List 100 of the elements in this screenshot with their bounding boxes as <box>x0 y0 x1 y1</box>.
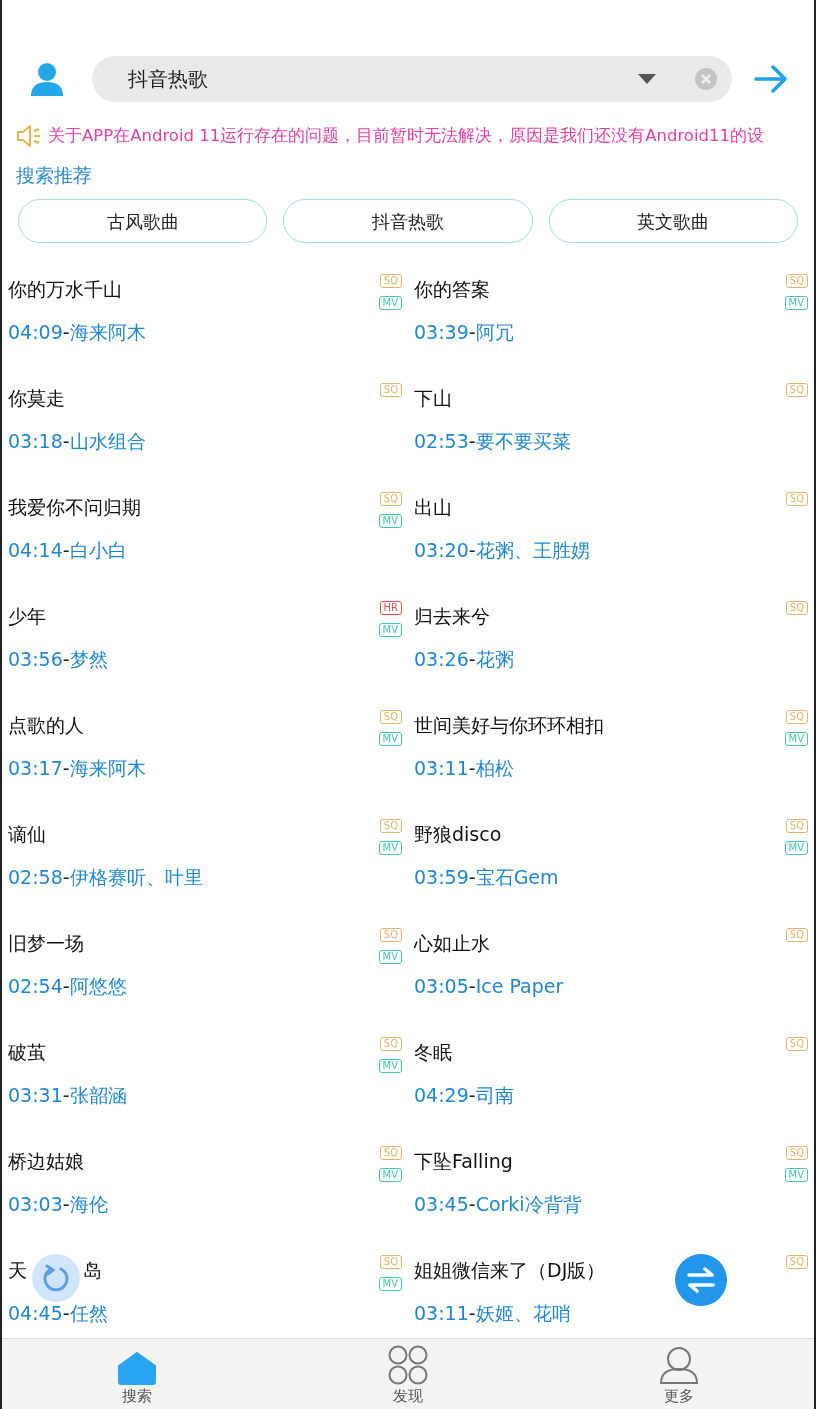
artist-name: 任然 <box>69 1300 108 1326</box>
song-title[interactable]: 天 <box>8 1256 27 1285</box>
song-title[interactable]: 你莫走 <box>8 384 380 413</box>
quality-tag: SQ <box>379 1255 402 1270</box>
song-duration: 04:45 <box>8 1300 63 1326</box>
tag-chip[interactable]: 英文歌曲 <box>548 199 798 244</box>
separator-text: - <box>468 428 476 454</box>
song-duration: 03:20 <box>414 537 469 563</box>
artist-name: 宝石Gem <box>475 864 559 890</box>
song-title[interactable]: 少年 <box>8 602 379 631</box>
song-duration: 03:05 <box>414 973 469 999</box>
separator-text: - <box>62 755 70 781</box>
song-duration: 03:39 <box>414 319 469 345</box>
swap-icon <box>686 1267 716 1293</box>
quality-tag: MV <box>784 841 808 856</box>
quality-tag: SQ <box>785 1255 808 1270</box>
refresh-icon <box>41 1263 71 1293</box>
artist-name: 白小白 <box>69 537 127 563</box>
search-field[interactable]: 抖音热歌 <box>92 56 732 102</box>
refresh-button[interactable] <box>32 1254 80 1302</box>
separator-text: - <box>468 755 476 781</box>
user-icon[interactable] <box>30 61 64 97</box>
song-title[interactable]: 冬眠 <box>414 1038 786 1067</box>
quality-tag: MV <box>784 1168 808 1183</box>
quality-tag: MV <box>378 950 402 965</box>
separator-text: - <box>62 537 70 563</box>
song-title[interactable]: 我爱你不问归期 <box>8 493 379 522</box>
quality-tag: HR <box>379 601 402 616</box>
separator-text: - <box>62 646 70 672</box>
song-title[interactable]: 岛 <box>83 1256 102 1285</box>
quality-tag: SQ <box>785 710 808 725</box>
song-duration: 03:59 <box>414 864 469 890</box>
artist-name: 海来阿木 <box>69 319 146 345</box>
song-duration: 03:45 <box>414 1191 469 1217</box>
song-title[interactable]: 你的答案 <box>414 275 785 304</box>
tag-chip[interactable]: 古风歌曲 <box>18 199 268 244</box>
separator-text: - <box>62 428 70 454</box>
nav-tab[interactable]: 更多 <box>543 1339 814 1409</box>
artist-name: 要不要买菜 <box>475 428 571 454</box>
separator-text: - <box>468 1191 476 1217</box>
quality-tag: MV <box>378 841 402 856</box>
artist-name: 山水组合 <box>69 428 146 454</box>
song-title[interactable]: 野狼disco <box>414 820 785 849</box>
song-title[interactable]: 旧梦一场 <box>8 929 379 958</box>
song-title[interactable]: 下山 <box>414 384 786 413</box>
quality-tag: SQ <box>379 1037 402 1052</box>
artist-name: 伊格赛听、叶里 <box>69 864 203 890</box>
song-title[interactable]: 破茧 <box>8 1038 379 1067</box>
quality-tag: SQ <box>785 274 808 289</box>
song-duration: 03:17 <box>8 755 63 781</box>
swap-button[interactable] <box>675 1254 727 1306</box>
song-duration: 02:53 <box>414 428 469 454</box>
song-duration: 04:14 <box>8 537 63 563</box>
separator-text: - <box>62 1300 70 1326</box>
clear-icon[interactable] <box>694 67 718 91</box>
quality-tag: SQ <box>785 383 808 398</box>
quality-tag: SQ <box>379 819 402 834</box>
song-title[interactable]: 点歌的人 <box>8 711 379 740</box>
song-title[interactable]: 归去来兮 <box>414 602 786 631</box>
song-title[interactable]: 出山 <box>414 493 786 522</box>
song-duration: 03:56 <box>8 646 63 672</box>
song-title[interactable]: 姐姐微信来了（DJ版） <box>414 1256 786 1285</box>
artist-name: 海来阿木 <box>69 755 146 781</box>
separator-text: - <box>468 864 476 890</box>
separator-text: - <box>62 864 70 890</box>
song-duration: 03:11 <box>414 1300 469 1326</box>
go-arrow-icon[interactable] <box>754 64 788 94</box>
quality-tag: MV <box>378 623 402 638</box>
home-icon <box>117 1350 158 1385</box>
song-duration: 04:29 <box>414 1082 469 1108</box>
song-title[interactable]: 世间美好与你环环相扣 <box>414 711 785 740</box>
separator-text: - <box>468 319 476 345</box>
quality-tag: SQ <box>785 1037 808 1052</box>
song-duration: 02:58 <box>8 864 63 890</box>
song-title[interactable]: 你的万水千山 <box>8 275 379 304</box>
quality-tag: SQ <box>379 1146 402 1161</box>
song-duration: 03:26 <box>414 646 469 672</box>
artist-name: 妖姬、花哨 <box>475 1300 571 1326</box>
artist-name: 柏松 <box>475 755 514 781</box>
quality-tag: MV <box>378 1059 402 1074</box>
song-duration: 03:31 <box>8 1082 63 1108</box>
song-duration: 03:03 <box>8 1191 63 1217</box>
song-duration: 04:09 <box>8 319 63 345</box>
quality-tag: MV <box>378 514 402 529</box>
artist-name: 花粥、王胜娚 <box>475 537 590 563</box>
nav-tab[interactable]: 搜索 <box>2 1339 273 1409</box>
tag-chip[interactable]: 抖音热歌 <box>283 199 533 244</box>
quality-tag: MV <box>378 1277 402 1292</box>
quality-tag: MV <box>784 732 808 747</box>
artist-name: 司南 <box>475 1082 514 1108</box>
quality-tag: SQ <box>785 601 808 616</box>
song-title[interactable]: 心如止水 <box>414 929 786 958</box>
song-title[interactable]: 下坠Falling <box>414 1147 785 1176</box>
song-title[interactable]: 桥边姑娘 <box>8 1147 379 1176</box>
artist-name: 张韶涵 <box>69 1082 127 1108</box>
nav-tab[interactable]: 发现 <box>272 1339 544 1409</box>
quality-tag: SQ <box>379 383 402 398</box>
song-title[interactable]: 谪仙 <box>8 820 379 849</box>
dropdown-icon[interactable] <box>638 74 656 84</box>
quality-tag: MV <box>378 296 402 311</box>
